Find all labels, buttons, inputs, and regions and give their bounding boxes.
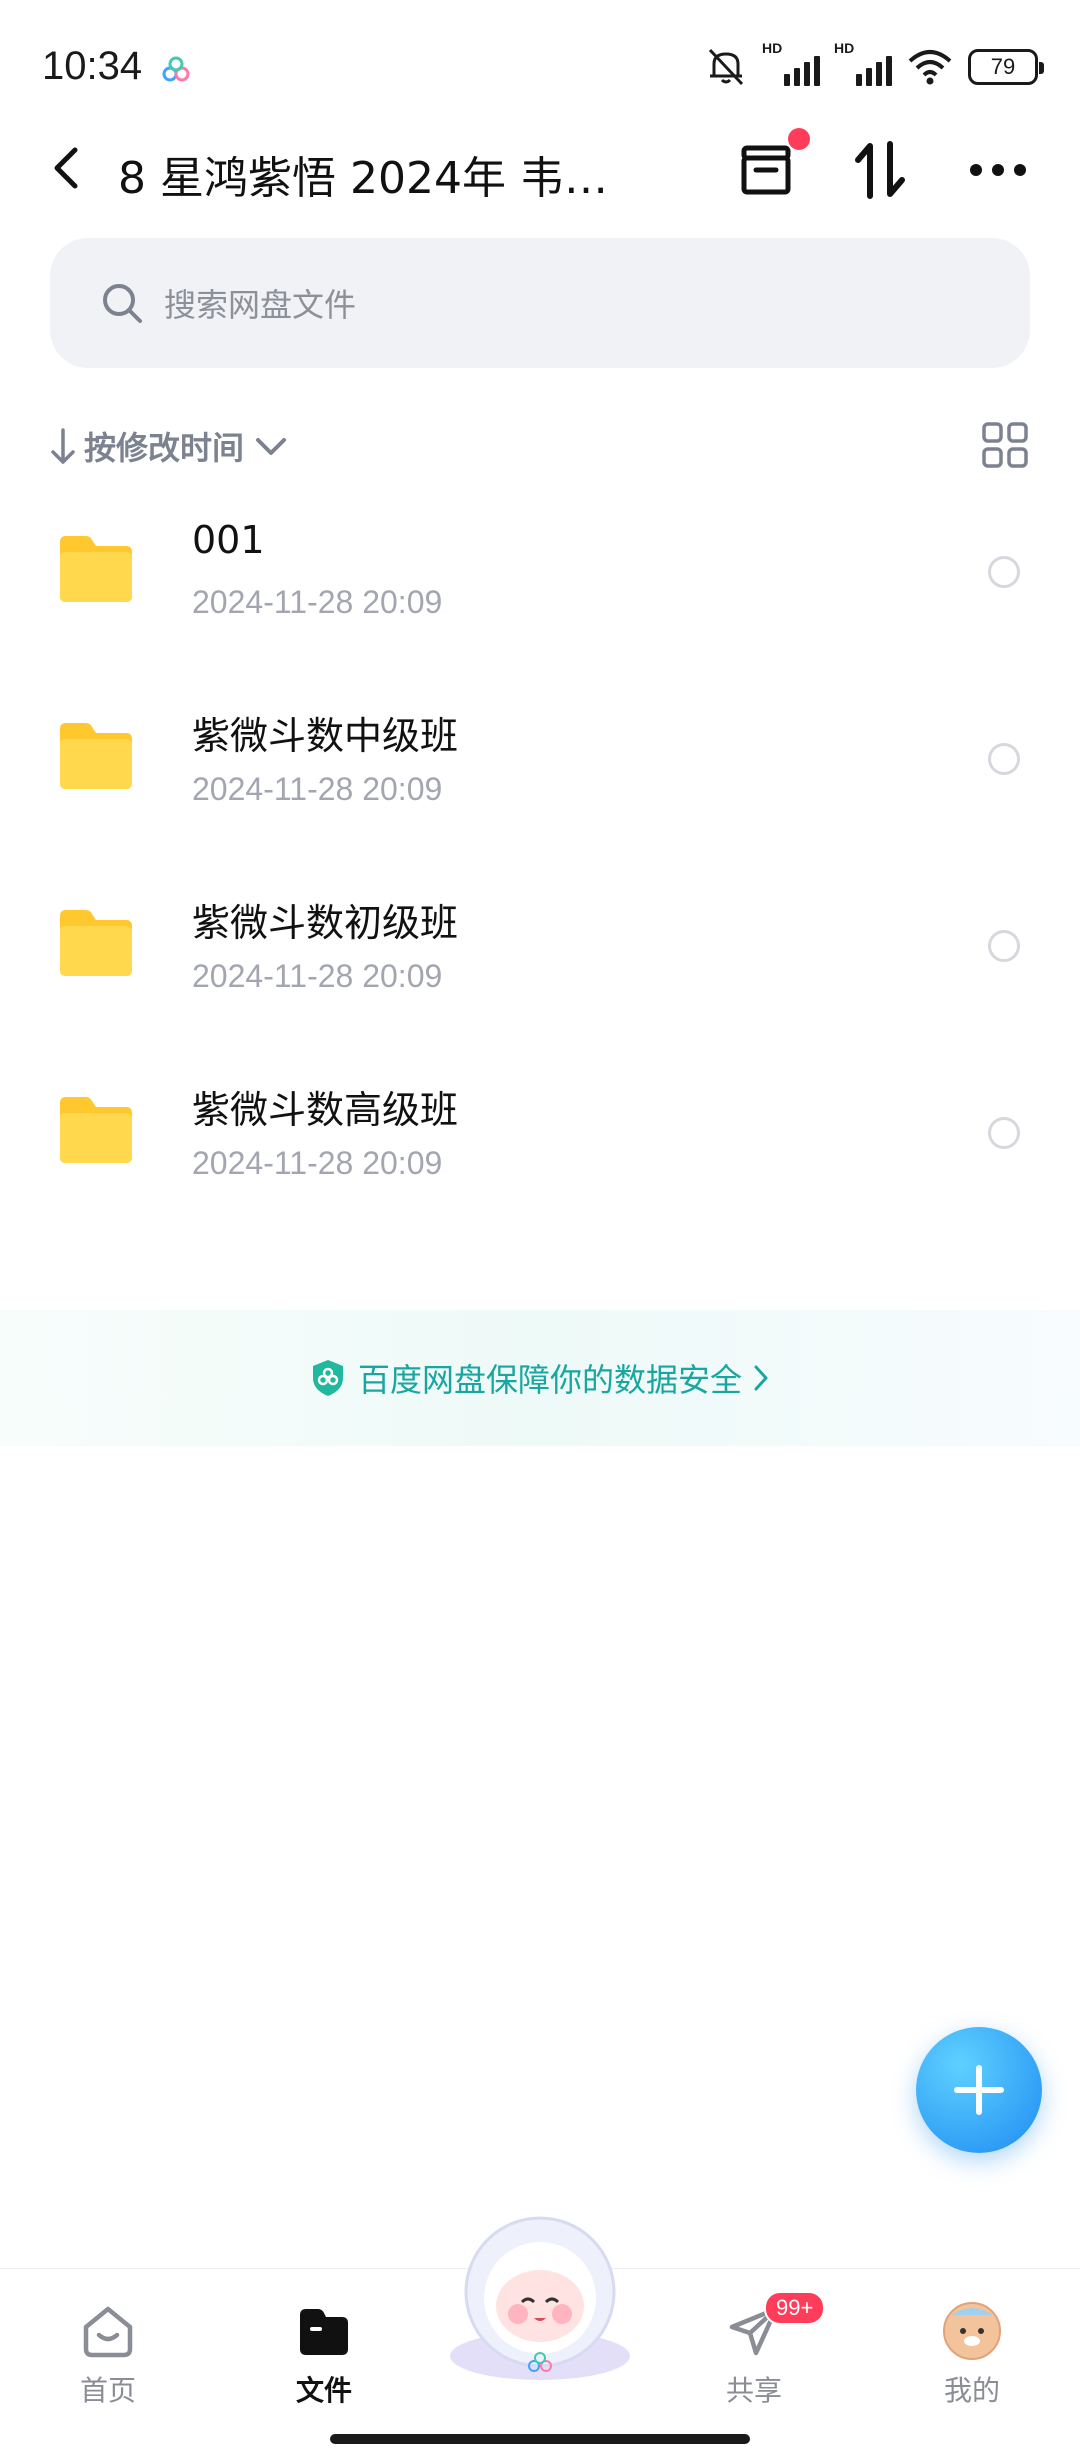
grid-view-icon[interactable]	[980, 420, 1030, 470]
sort-row: 按修改时间	[50, 416, 1030, 476]
security-banner[interactable]: 百度网盘保障你的数据安全	[0, 1310, 1080, 1446]
files-icon	[300, 2309, 348, 2355]
archive-button[interactable]	[734, 128, 810, 202]
chevron-right-icon	[754, 1365, 768, 1391]
nav-item-home[interactable]: 首页	[38, 2281, 178, 2431]
archive-icon	[741, 145, 791, 195]
folder-icon	[60, 536, 132, 602]
search-input[interactable]: 搜索网盘文件	[50, 238, 1030, 368]
search-icon	[103, 284, 142, 323]
file-date: 2024-11-28 20:09	[192, 771, 443, 807]
list-item[interactable]: 紫微斗数高级班 2024-11-28 20:09	[0, 1041, 1080, 1228]
nav-item-share[interactable]: 99+ 共享	[684, 2281, 826, 2431]
status-icons: HD HD 79	[704, 40, 1044, 90]
back-icon	[54, 147, 78, 189]
file-name: 紫微斗数中级班	[192, 714, 459, 758]
nav-label-me: 我的	[943, 2374, 1000, 2407]
plus-icon	[954, 2065, 1004, 2115]
baidu-cloud-icon	[162, 56, 190, 82]
file-list: 001 2024-11-28 20:09 紫微斗数中级班 2024-11-28 …	[0, 480, 1080, 1228]
list-item[interactable]: 紫微斗数中级班 2024-11-28 20:09	[0, 667, 1080, 854]
page-title: 8 星鸿紫悟 2024年 韦老…	[118, 153, 648, 204]
mascot-icon[interactable]	[438, 2206, 642, 2386]
shield-icon	[312, 1360, 343, 1396]
search-placeholder: 搜索网盘文件	[164, 286, 357, 324]
nav-label-home: 首页	[79, 2374, 136, 2407]
file-date: 2024-11-28 20:09	[192, 958, 443, 994]
security-text: 百度网盘保障你的数据安全	[357, 1361, 742, 1399]
sort-toggle-button[interactable]	[848, 138, 912, 202]
select-checkbox[interactable]	[988, 556, 1020, 588]
signal-icon-2: HD	[834, 40, 892, 88]
add-button[interactable]	[916, 2027, 1042, 2153]
folder-icon	[60, 1097, 132, 1163]
nav-label-files: 文件	[295, 2374, 352, 2407]
back-button[interactable]	[40, 142, 92, 194]
home-icon	[83, 2306, 133, 2358]
share-badge: 99+	[764, 2291, 826, 2325]
nav-item-files[interactable]: 文件	[254, 2281, 394, 2431]
sort-direction-icon[interactable]	[50, 426, 76, 466]
file-name: 紫微斗数高级班	[192, 1088, 459, 1132]
nav-item-me[interactable]: 我的	[902, 2281, 1042, 2431]
file-date: 2024-11-28 20:09	[192, 584, 443, 620]
sort-selector[interactable]: 按修改时间	[84, 423, 244, 469]
notification-dot	[788, 128, 810, 150]
chevron-down-icon[interactable]	[254, 434, 288, 458]
more-icon	[970, 164, 1026, 176]
avatar	[943, 2302, 1001, 2360]
file-name: 001	[192, 518, 265, 562]
home-indicator	[330, 2434, 750, 2444]
status-time: 10:34	[42, 44, 143, 88]
select-checkbox[interactable]	[988, 930, 1020, 962]
more-button[interactable]	[966, 138, 1030, 202]
status-bar: 10:34 HD HD 79	[0, 0, 1080, 140]
battery-indicator: 79	[968, 49, 1044, 85]
folder-icon	[60, 723, 132, 789]
header: 8 星鸿紫悟 2024年 韦老…	[0, 120, 1080, 216]
signal-icon: HD	[762, 40, 820, 88]
folder-icon	[60, 910, 132, 976]
file-name: 紫微斗数初级班	[192, 901, 459, 945]
wifi-icon	[908, 50, 952, 85]
list-item[interactable]: 紫微斗数初级班 2024-11-28 20:09	[0, 854, 1080, 1041]
list-item[interactable]: 001 2024-11-28 20:09	[0, 480, 1080, 667]
file-date: 2024-11-28 20:09	[192, 1145, 443, 1181]
select-checkbox[interactable]	[988, 1117, 1020, 1149]
select-checkbox[interactable]	[988, 743, 1020, 775]
sort-icon	[855, 141, 905, 199]
mute-icon	[708, 48, 744, 86]
nav-label-share: 共享	[725, 2374, 782, 2407]
